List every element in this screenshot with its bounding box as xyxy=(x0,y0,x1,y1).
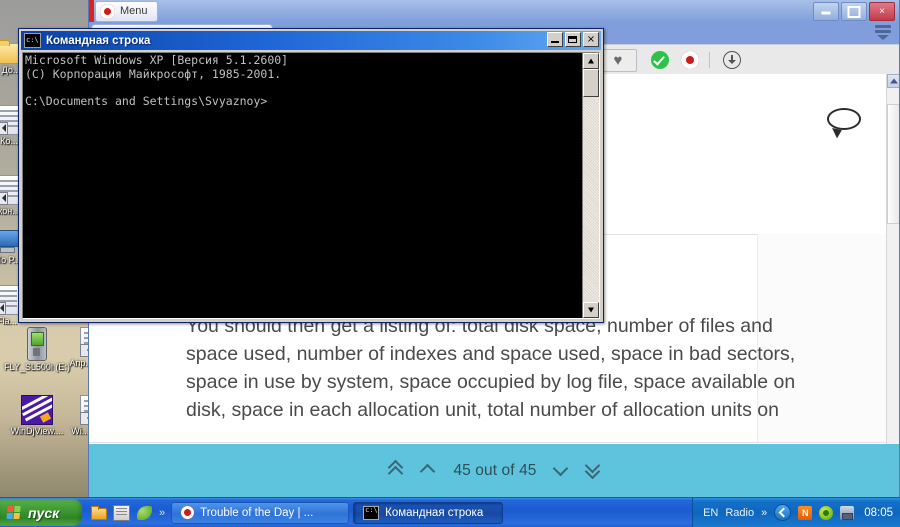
sidebar-menu-icon[interactable] xyxy=(875,25,891,40)
opera-accent-bar xyxy=(89,0,94,22)
language-indicator[interactable]: EN xyxy=(703,507,718,519)
secure-check-icon[interactable] xyxy=(651,51,669,69)
heart-icon: ♥ xyxy=(613,51,623,69)
phone-icon xyxy=(27,327,47,361)
quicklaunch-more-icon[interactable]: » xyxy=(159,507,165,519)
window-controls: × xyxy=(813,2,895,21)
windows-flag-icon xyxy=(6,505,22,520)
cmd-titlebar[interactable]: Командная строка × xyxy=(21,31,601,50)
cmd-icon xyxy=(24,33,41,48)
taskbar-button-cmd[interactable]: Командная строка xyxy=(353,501,504,524)
content-divider xyxy=(89,442,887,443)
find-navigation-bar: 45 out of 45 xyxy=(89,444,899,497)
cmd-window-controls: × xyxy=(547,32,599,47)
norton-icon[interactable]: N xyxy=(798,505,813,520)
browser-titlebar: Menu × xyxy=(89,0,899,22)
maximize-button[interactable] xyxy=(841,2,867,21)
taskbar-button-label: Командная строка xyxy=(385,506,484,519)
cmd-title-label: Командная строка xyxy=(46,34,151,47)
match-count-label: 45 out of 45 xyxy=(453,462,537,479)
toolbar-divider xyxy=(709,52,710,68)
page-text-line: disk, space in each allocation unit, tot… xyxy=(186,399,779,421)
clock-label[interactable]: 08:05 xyxy=(861,507,893,519)
cmd-console-area[interactable]: Microsoft Windows XP [Версия 5.1.2600] (… xyxy=(22,52,600,319)
page-text-line: space used, number of indexes and space … xyxy=(186,343,796,365)
cmd-output-text: Microsoft Windows XP [Версия 5.1.2600] (… xyxy=(25,53,289,108)
taskbar-button-label: Trouble of the Day | ... xyxy=(200,506,314,519)
folder-icon[interactable] xyxy=(91,505,107,520)
comment-bubble-icon[interactable] xyxy=(827,108,863,139)
opera-logo-icon xyxy=(100,4,115,19)
bookmark-heart-button[interactable]: ♥ xyxy=(599,49,637,72)
page-text-line: space in use by system, space occupied b… xyxy=(186,371,796,393)
taskbar-button-opera[interactable]: Trouble of the Day | ... xyxy=(171,501,350,524)
notepad-icon[interactable] xyxy=(113,504,130,521)
cmd-scrollbar[interactable] xyxy=(582,53,599,318)
close-icon: × xyxy=(586,33,596,45)
opera-menu-label: Menu xyxy=(120,5,148,17)
opera-logo-icon xyxy=(181,506,195,519)
quick-launch-bar: » xyxy=(82,498,171,527)
cmd-close-button[interactable]: × xyxy=(583,32,599,47)
start-button[interactable]: пуск xyxy=(0,499,82,526)
taskbar: пуск » Trouble of the Day | ... Командна… xyxy=(0,497,900,527)
cmd-maximize-button[interactable] xyxy=(565,32,581,47)
tray-more-label[interactable]: » xyxy=(761,507,767,519)
previous-match-button[interactable] xyxy=(421,462,436,480)
scroll-up-button[interactable] xyxy=(887,74,899,88)
radio-indicator[interactable]: Radio xyxy=(725,507,754,519)
close-icon: × xyxy=(879,5,885,17)
opera-logo-icon[interactable] xyxy=(681,51,699,69)
download-icon[interactable] xyxy=(723,51,741,69)
page-scrollbar[interactable] xyxy=(886,74,899,497)
command-prompt-window[interactable]: Командная строка × Microsoft Windows XP … xyxy=(18,28,604,323)
cmd-scroll-up-button[interactable] xyxy=(583,53,599,69)
close-button[interactable]: × xyxy=(869,2,895,21)
cmd-scroll-down-button[interactable] xyxy=(583,302,599,318)
system-tray: EN Radio » N 08:05 xyxy=(692,498,900,527)
first-match-button[interactable] xyxy=(389,462,404,480)
chevron-left-icon[interactable] xyxy=(774,504,792,521)
next-match-button[interactable] xyxy=(554,462,569,480)
opera-menu-button[interactable]: Menu xyxy=(95,1,158,22)
minimize-button[interactable] xyxy=(813,2,839,21)
scrollbar-thumb[interactable] xyxy=(887,104,899,224)
cmd-icon xyxy=(363,505,380,520)
cmd-scrollbar-thumb[interactable] xyxy=(583,69,599,97)
cmd-minimize-button[interactable] xyxy=(547,32,563,47)
windjview-icon xyxy=(21,395,53,425)
leaf-icon[interactable] xyxy=(137,505,152,520)
network-icon[interactable] xyxy=(840,505,855,520)
last-match-button[interactable] xyxy=(586,462,601,480)
update-icon[interactable] xyxy=(819,505,834,520)
start-button-label: пуск xyxy=(28,504,60,521)
